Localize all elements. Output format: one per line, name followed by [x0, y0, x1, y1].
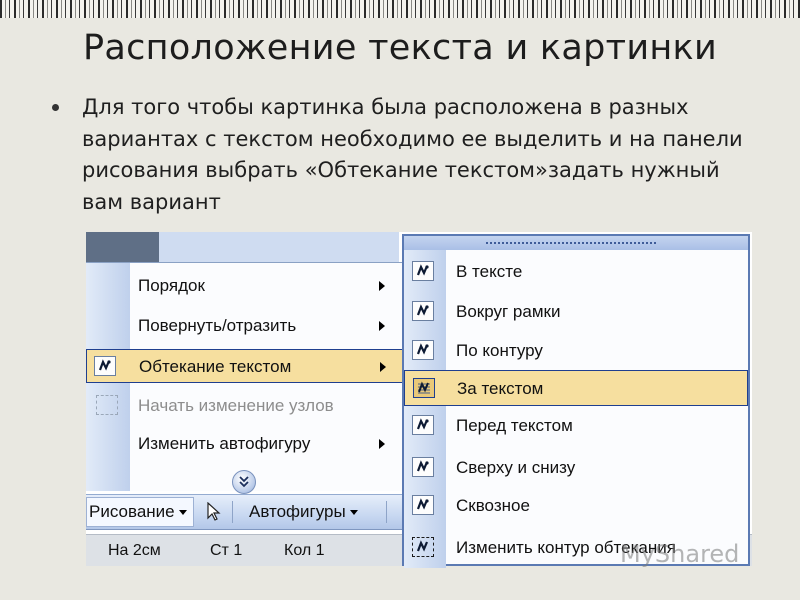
- drawing-context-menu: Порядок Повернуть/отразить Обтекание тек…: [86, 262, 405, 491]
- menu-item-label: Обтекание текстом: [139, 357, 292, 376]
- through-wrap-icon: [412, 495, 434, 515]
- wrap-option-square[interactable]: Вокруг рамки: [404, 294, 748, 330]
- wrap-option-through[interactable]: Сквозное: [404, 488, 748, 524]
- toolbar-separator: [232, 501, 233, 523]
- drawing-menu-button[interactable]: Рисование: [89, 502, 187, 522]
- double-chevron-down-icon[interactable]: [232, 470, 256, 494]
- submenu-arrow-icon: [379, 281, 385, 291]
- toolbar-separator: [386, 501, 387, 523]
- wrap-option-label: Вокруг рамки: [456, 302, 561, 321]
- drawing-menu-label: Рисование: [89, 502, 175, 521]
- chevron-down-icon: [349, 510, 358, 516]
- wrap-option-label: Сквозное: [456, 496, 530, 515]
- watermark: MyShared: [620, 540, 740, 568]
- bullet-text: Для того чтобы картинка была расположена…: [82, 95, 743, 214]
- submenu-drag-handle[interactable]: [404, 236, 748, 250]
- wrap-option-top-bottom[interactable]: Сверху и снизу: [404, 450, 748, 486]
- behind-text-icon: [413, 378, 435, 398]
- square-wrap-icon: [412, 301, 434, 321]
- screenshot-header-light: [159, 232, 399, 262]
- menu-item-label: Повернуть/отразить: [138, 316, 297, 335]
- wrap-option-tight[interactable]: По контуру: [404, 333, 748, 369]
- inline-wrap-icon: [412, 261, 434, 281]
- status-position: На 2см: [108, 542, 161, 559]
- submenu-arrow-icon: [379, 439, 385, 449]
- menu-item-edit-points: Начать изменение узлов: [86, 389, 404, 423]
- menu-item-rotate-flip[interactable]: Повернуть/отразить: [86, 309, 404, 343]
- text-wrapping-submenu: В тексте Вокруг рамки По контуру За текс…: [402, 234, 750, 568]
- wrap-option-behind-text[interactable]: За текстом: [404, 370, 748, 406]
- edit-wrap-points-icon: [412, 537, 434, 557]
- wrap-option-label: В тексте: [456, 262, 523, 281]
- wrap-option-in-front[interactable]: Перед текстом: [404, 408, 748, 444]
- text-wrap-icon: [94, 356, 116, 376]
- wrap-option-label: За текстом: [457, 379, 544, 398]
- top-bottom-wrap-icon: [412, 457, 434, 477]
- menu-item-order[interactable]: Порядок: [86, 269, 404, 303]
- edit-points-icon: [96, 395, 118, 415]
- autoshapes-menu-button[interactable]: Автофигуры: [249, 502, 358, 522]
- status-column: Кол 1: [284, 542, 325, 559]
- wrap-option-label: Сверху и снизу: [456, 458, 576, 477]
- tight-wrap-icon: [412, 340, 434, 360]
- menu-item-change-autoshape[interactable]: Изменить автофигуру: [86, 427, 404, 461]
- decorative-top-stripe: [0, 0, 800, 18]
- menu-item-label: Порядок: [138, 276, 205, 295]
- wrap-option-label: По контуру: [456, 341, 543, 360]
- menu-item-label: Начать изменение узлов: [138, 396, 334, 415]
- wrap-option-inline[interactable]: В тексте: [404, 254, 748, 290]
- autoshapes-menu-label: Автофигуры: [249, 502, 346, 521]
- submenu-arrow-icon: [380, 362, 386, 372]
- bullet-dot: [52, 104, 59, 111]
- slide-title: Расположение текста и картинки: [82, 28, 718, 68]
- wrap-option-label: Перед текстом: [456, 416, 573, 435]
- drawing-toolbar: Рисование Автофигуры: [86, 494, 404, 530]
- arrow-cursor-icon[interactable]: [206, 501, 222, 526]
- chevron-down-icon: [178, 510, 187, 516]
- screenshot-header-dark: [86, 232, 159, 262]
- in-front-text-icon: [412, 415, 434, 435]
- submenu-arrow-icon: [379, 321, 385, 331]
- menu-item-text-wrapping[interactable]: Обтекание текстом: [86, 349, 404, 383]
- status-line: Ст 1: [210, 542, 243, 559]
- menu-item-label: Изменить автофигуру: [138, 434, 311, 453]
